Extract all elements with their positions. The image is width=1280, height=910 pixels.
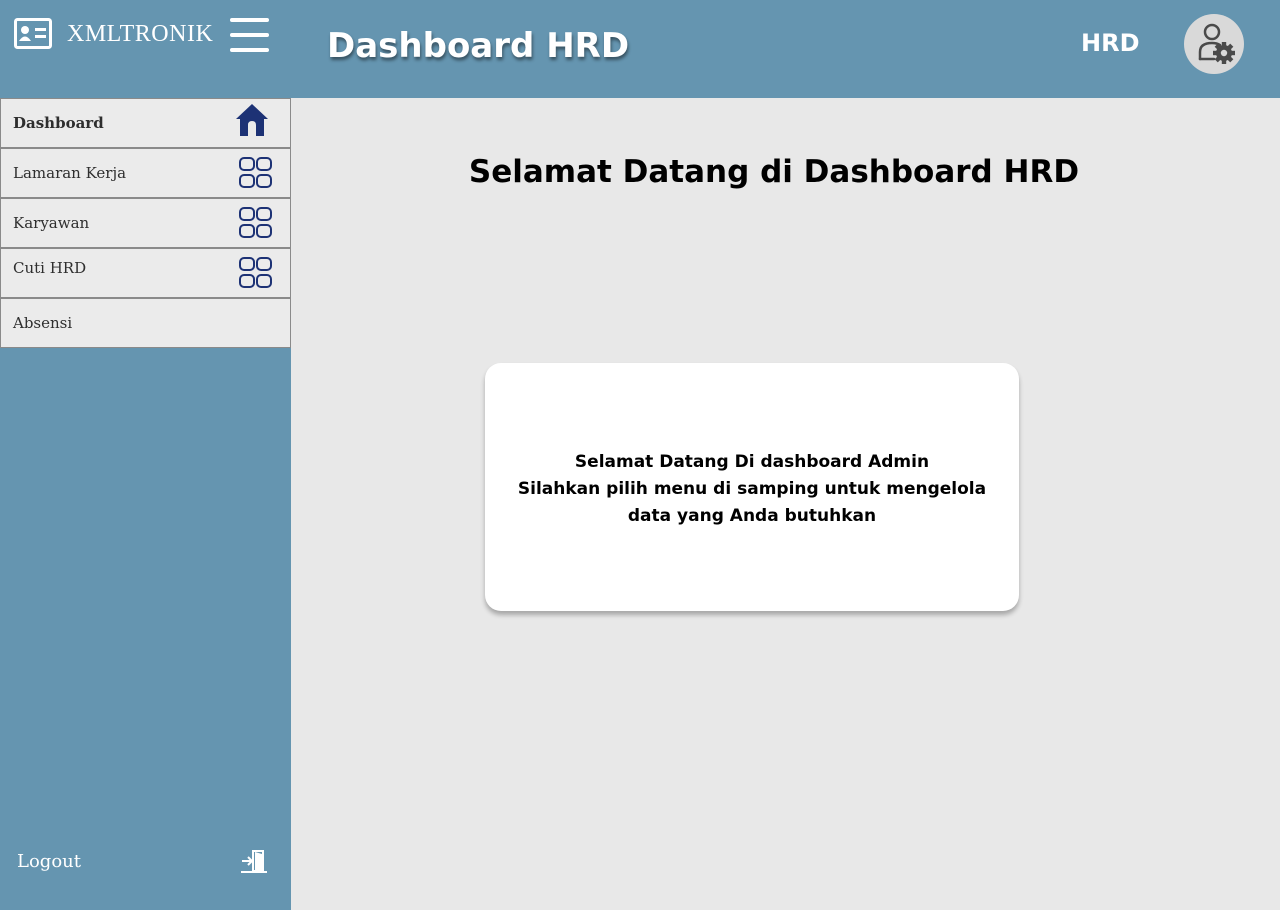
sidebar-item-label: Cuti HRD <box>13 259 87 278</box>
logout-door-icon <box>241 850 267 873</box>
logout-button[interactable]: Logout <box>0 838 291 888</box>
sidebar-item-label: Dashboard <box>13 114 104 132</box>
top-bar: XMLTRONIK Dashboard HRD HRD <box>0 0 1280 98</box>
sidebar-item-label: Lamaran Kerja <box>13 164 127 182</box>
user-settings-icon <box>1198 23 1235 64</box>
sidebar-item-absensi[interactable]: Absensi <box>0 298 291 348</box>
welcome-card: Selamat Datang Di dashboard Admin Silahk… <box>485 363 1019 611</box>
brand: XMLTRONIK <box>14 18 213 50</box>
user-settings-button[interactable] <box>1184 14 1244 74</box>
page-title: Dashboard HRD <box>327 26 630 66</box>
user-role-label: HRD <box>1081 29 1140 57</box>
welcome-heading: Selamat Datang di Dashboard HRD <box>468 154 1080 190</box>
sidebar-item-karyawan[interactable]: Karyawan <box>0 198 291 248</box>
card-text-line: Silahkan pilih menu di samping untuk men… <box>517 479 987 499</box>
grid-icon <box>239 157 272 188</box>
sidebar-item-label: Karyawan <box>13 214 90 232</box>
sidebar-item-cuti-hrd[interactable]: Cuti HRD <box>0 248 291 298</box>
hamburger-menu-icon[interactable] <box>229 17 270 53</box>
logout-label: Logout <box>17 851 81 872</box>
sidebar-item-lamaran-kerja[interactable]: Lamaran Kerja <box>0 148 291 198</box>
brand-name: XMLTRONIK <box>67 20 214 47</box>
sidebar-item-label: Absensi <box>13 314 73 332</box>
card-text-line: data yang Anda butuhkan <box>627 506 877 526</box>
main-content: Selamat Datang di Dashboard HRD Selamat … <box>291 98 1280 910</box>
sidebar-item-dashboard[interactable]: Dashboard <box>0 98 291 148</box>
home-icon <box>236 104 268 136</box>
grid-icon <box>239 257 272 288</box>
grid-icon <box>239 207 272 238</box>
sidebar: Dashboard Lamaran Kerja Karyawan Cuti HR… <box>0 98 291 910</box>
card-text-line: Selamat Datang Di dashboard Admin <box>574 452 930 472</box>
id-card-icon <box>14 18 52 49</box>
